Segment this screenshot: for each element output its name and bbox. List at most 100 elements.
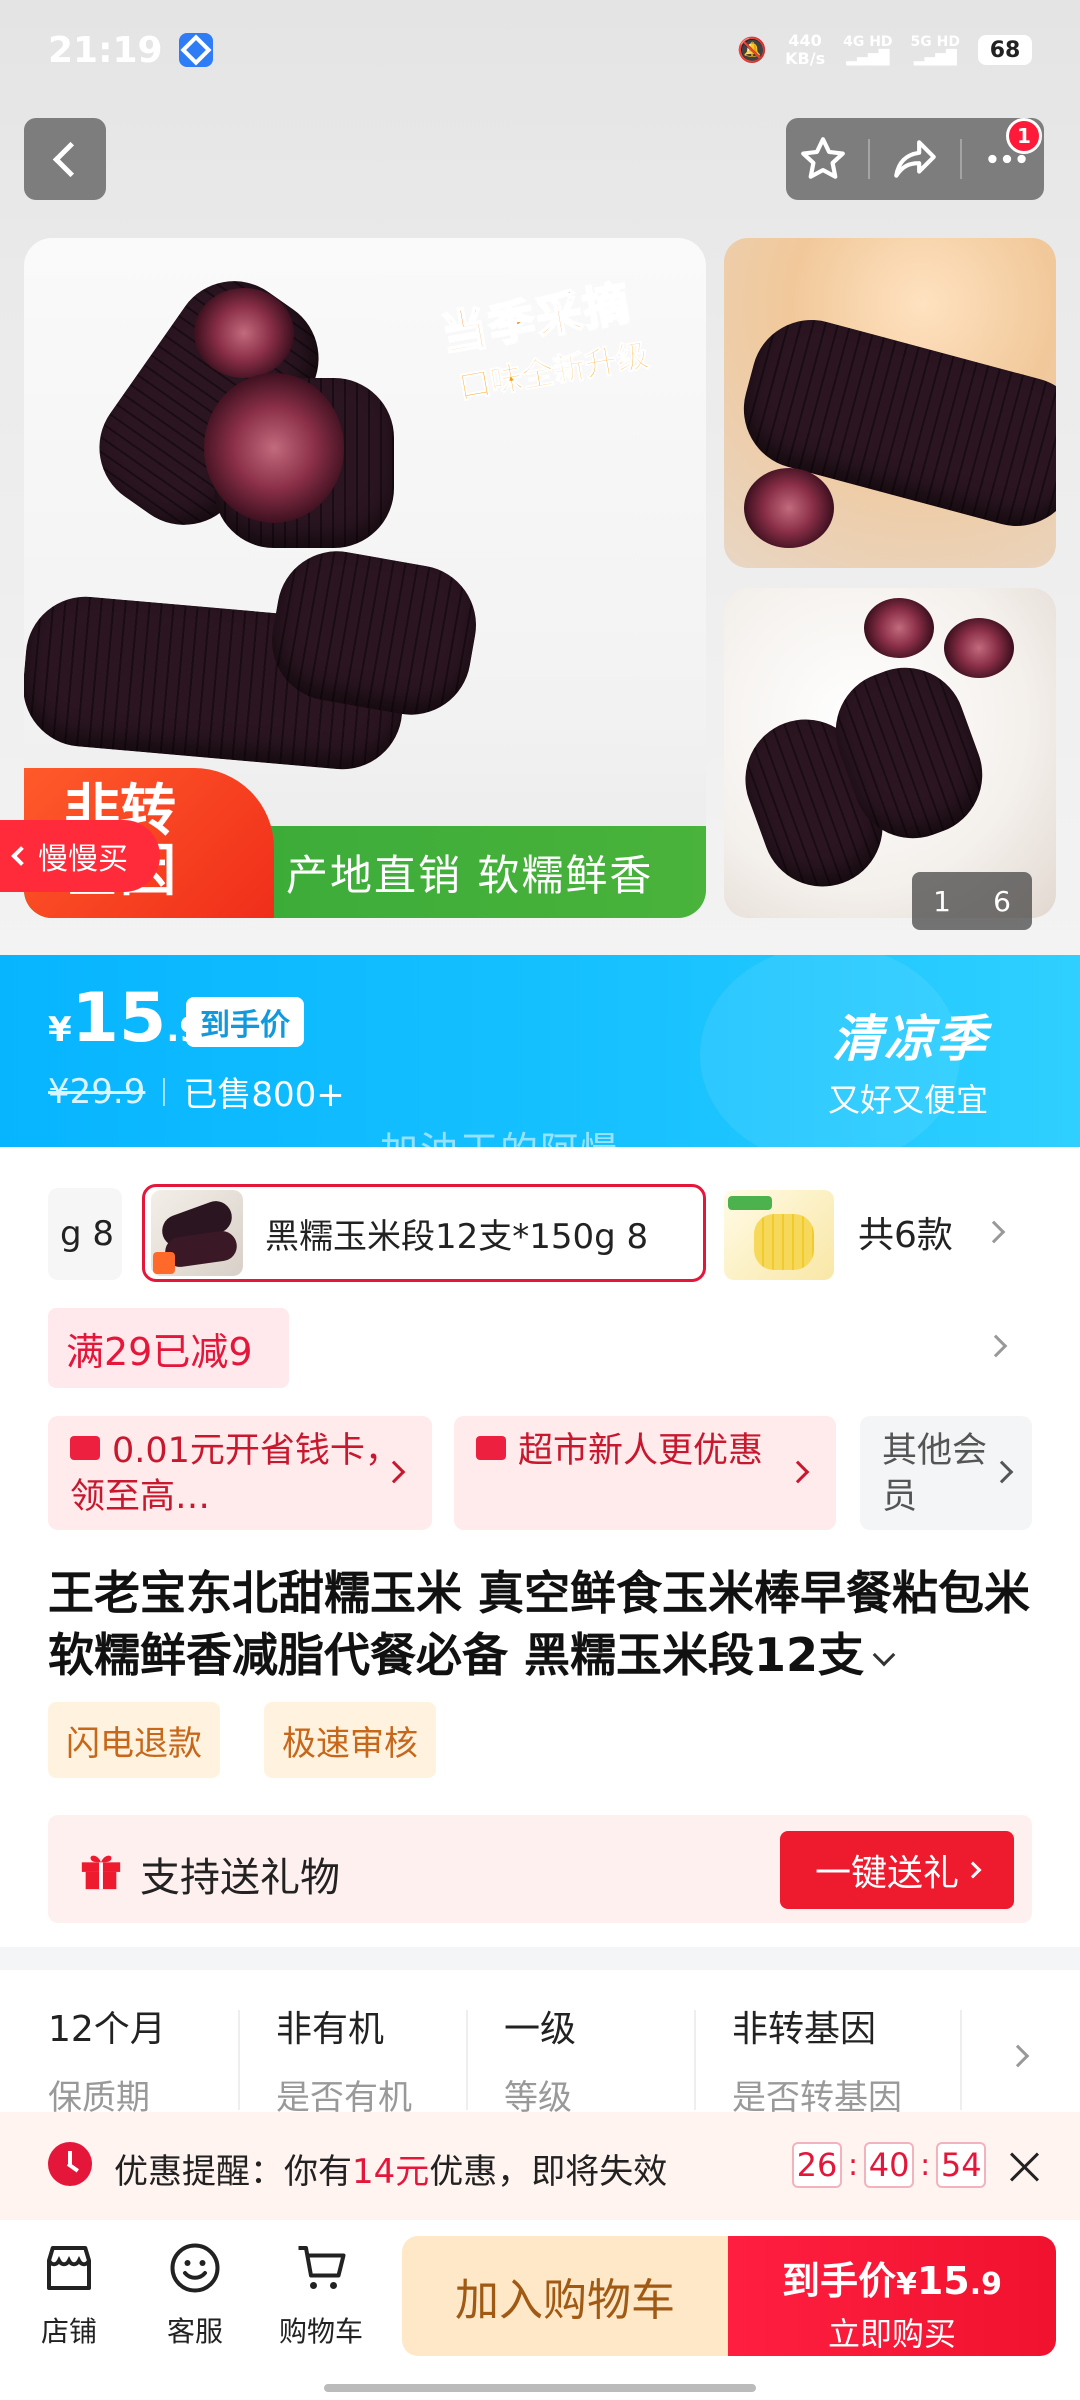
benefit-new-user[interactable]: 超市新人更优惠 [454,1416,836,1530]
product-attributes[interactable]: 12个月 保质期 非有机 是否有机 一级 等级 非转基因 是否转基因 [0,1970,1080,2122]
close-icon[interactable] [1008,2150,1042,2184]
app-notification-icon [178,33,213,67]
corn-cut-graphic [944,618,1014,678]
pager-current: 1 [933,884,951,918]
sku-selected-label: 黑糯玉米段12支*150g 8 [265,1216,649,1257]
attr-value: 12个月 [48,2009,166,2050]
divider [960,2010,962,2110]
clock-icon [48,2142,92,2186]
status-time: 21:19 [48,29,163,71]
share-icon[interactable] [886,130,944,188]
main-product-image[interactable]: 当季采摘 口味全新升级 产地直销 软糯鲜香 非转 基因 [24,238,706,918]
corn-cut-graphic [194,288,294,378]
gift-section: 支持送礼物 一键送礼 [48,1815,1032,1923]
sku-option-partial[interactable]: g 8 [48,1188,122,1280]
product-title[interactable]: 王老宝东北甜糯玉米 真空鲜食玉米棒早餐粘包米软糯鲜香减脂代餐必备 黑糯玉米段12… [48,1562,1038,1686]
benefit-label: 其他会员 [882,1431,988,1517]
signal-bars-icon: ▂▄▆█ [913,50,957,66]
season-title: 清凉季 [832,1010,988,1068]
chevron-down-icon[interactable] [872,1643,896,1667]
attr-value: 非转基因 [732,2009,877,2050]
signal-5g: 5G HD ▂▄▆█ [911,34,960,66]
attr-grade: 一级 等级 [504,2000,724,2119]
divider [694,2010,696,2110]
buy-price-decimal: .9 [969,2267,1003,2302]
signal-4g: 4G HD ▂▄▆█ [843,34,892,66]
countdown-separator: : [848,2147,859,2183]
buy-price-line: 到手价¥15.9 [728,2250,1056,2305]
gallery-pager: 1 6 [912,872,1032,930]
corn-cut-graphic [744,468,834,548]
benefit-savings-card[interactable]: 0.01元开省钱卡，领至高… [48,1416,432,1530]
add-to-cart-button[interactable]: 加入购物车 [402,2236,728,2356]
side-product-image-2[interactable] [724,588,1056,918]
slow-buy-label: 慢慢买 [38,842,128,877]
discount-reminder[interactable]: 优惠提醒：你有14元优惠，即将失效 26 : 40 : 54 [0,2112,1080,2220]
divider [960,139,962,179]
benefit-label: 超市新人更优惠 [518,1431,764,1471]
countdown-minutes: 40 [864,2142,915,2188]
net-speed: 440 KB/s [785,32,825,68]
shop-label: 店铺 [40,2315,97,2348]
attr-organic: 非有机 是否有机 [276,2000,496,2119]
cart-label: 购物车 [278,2315,363,2348]
buy-now-button[interactable]: 到手价¥15.9 立即购买 [728,2236,1056,2356]
chevron-right-icon [990,1460,1014,1484]
nav-actions: 1 [786,118,1044,200]
cart-button[interactable]: 购物车 [266,2238,376,2350]
service-label: 客服 [166,2315,223,2348]
promo-badge: 当季采摘 口味全新升级 [435,258,692,418]
battery-indicator: 68 [978,35,1032,65]
sku-option-yellow-corn[interactable] [724,1190,834,1280]
signal-5g-label: 5G HD [910,34,960,50]
buy-price-label: 到手价 [781,2259,896,2303]
watermark: 加油干的阿慢 [380,1129,621,1173]
benefit-other-members[interactable]: 其他会员 [860,1416,1032,1530]
divider [238,2010,240,2110]
reminder-suffix: 优惠，即将失效 [429,2152,668,2192]
reminder-amount: 14元 [352,2152,430,2192]
signal-4g-label: 4G HD [843,34,893,50]
reminder-text: 优惠提醒：你有14元优惠，即将失效 [114,2144,667,2193]
corn-cut-graphic [204,373,344,523]
side-product-image-1[interactable] [724,238,1056,568]
customer-service-button[interactable]: 客服 [140,2238,250,2350]
home-indicator[interactable] [324,2384,756,2392]
chevron-right-icon[interactable] [982,1220,1006,1244]
favorite-star-icon[interactable] [794,130,852,188]
sku-count[interactable]: 共6款 [858,1206,953,1258]
slow-buy-button[interactable]: 慢慢买 [0,820,160,892]
attr-value: 一级 [504,2009,577,2050]
chevron-right-icon [786,1460,810,1484]
tag-graphic [153,1252,175,1274]
status-indicators: 🔕 440 KB/s 4G HD ▂▄▆█ 5G HD ▂▄▆█ 68 [737,32,1032,68]
chevron-right-icon[interactable] [1006,2044,1030,2068]
sku-partial-label: g 8 [59,1214,114,1254]
season-subtitle: 又好又便宜 [827,1081,988,1119]
sku-selector: g 8 黑糯玉米段12支*150g 8 共6款 [0,1180,1080,1284]
product-hero: 21:19 🔕 440 KB/s 4G HD ▂▄▆█ 5G HD ▂▄▆█ 6… [0,0,1080,955]
card-icon [70,1436,100,1460]
more-icon[interactable]: 1 [978,118,1042,188]
divider [466,2010,468,2110]
season-campaign[interactable]: 清凉季 又好又便宜 [828,999,988,1121]
sku-option-selected[interactable]: 黑糯玉米段12支*150g 8 [142,1184,706,1282]
buy-price-integer: 15 [916,2259,970,2303]
mute-bell-icon: 🔕 [737,36,768,64]
signal-bars-icon: ▂▄▆█ [846,50,890,66]
price-integer: 15 [71,979,167,1058]
back-button[interactable] [24,118,106,200]
service-tag-review: 极速审核 [264,1702,436,1778]
shop-button[interactable]: 店铺 [14,2238,124,2350]
coupon-badge[interactable]: 满29已减9 [48,1308,289,1388]
bottom-action-bar: 店铺 客服 购物车 加入购物车 到手价¥15.9 立即购买 [0,2220,1080,2400]
original-price: ¥29.9 [48,1071,146,1112]
send-gift-button[interactable]: 一键送礼 [780,1831,1014,1909]
reminder-prefix: 优惠提醒：你有 [114,2152,352,2192]
notification-badge: 1 [1006,118,1042,154]
chevron-right-icon [964,1861,982,1879]
net-speed-unit: KB/s [785,49,826,68]
benefit-label: 0.01元开省钱卡，领至高… [70,1431,400,1517]
attr-shelf-life: 12个月 保质期 [48,2000,268,2119]
final-price-badge: 到手价 [186,997,304,1047]
